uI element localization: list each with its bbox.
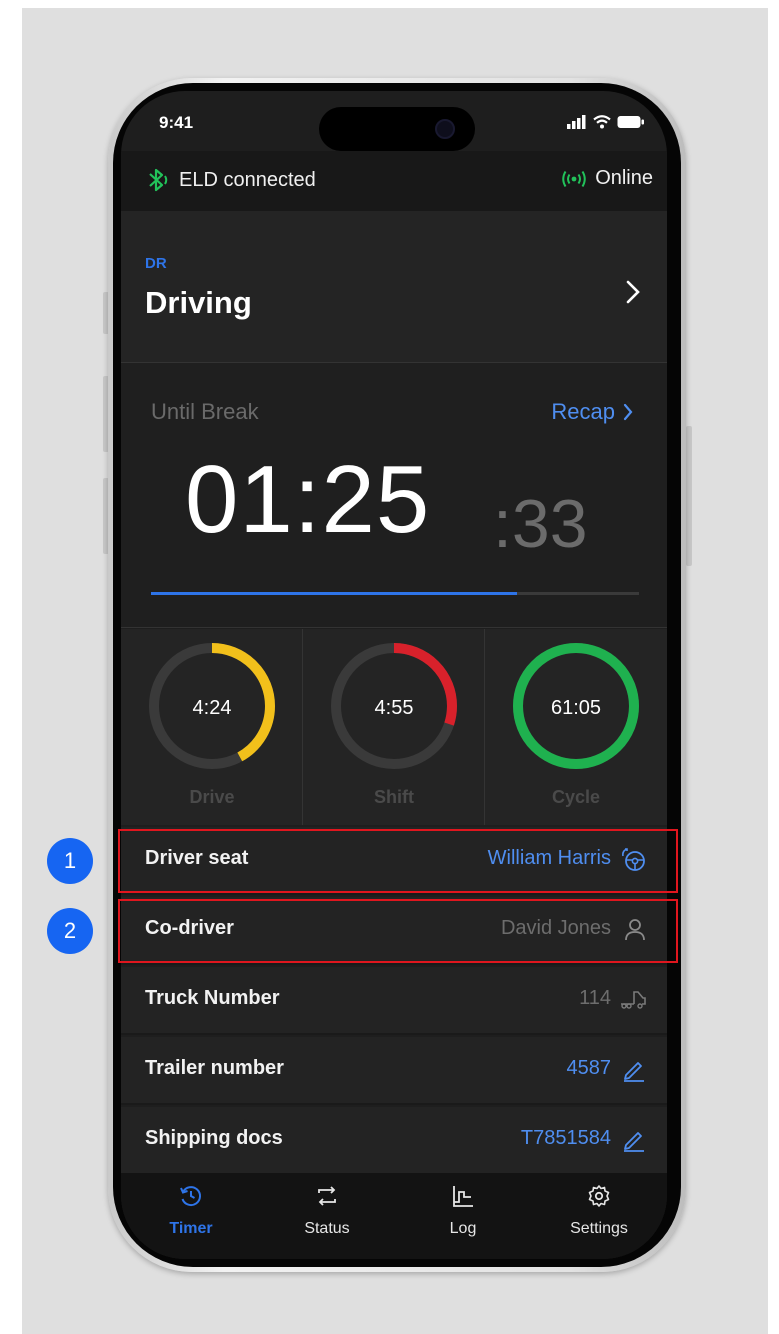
- truck-icon: [621, 991, 646, 1009]
- trailer-number-row[interactable]: Trailer number 4587: [121, 1037, 667, 1105]
- duty-status-card[interactable]: DR Driving: [121, 211, 667, 363]
- bottom-tab-bar: Timer Status Log Settings: [121, 1173, 667, 1259]
- timer-seconds: :33: [493, 486, 588, 562]
- tab-timer[interactable]: Timer: [123, 1183, 259, 1238]
- phone-screen: 9:41 ELD connected Online DR Driving Unt…: [121, 91, 667, 1259]
- online-status: Online: [561, 167, 653, 190]
- break-timer-card: Until Break Recap 01:25 :33: [121, 363, 667, 628]
- recap-link[interactable]: Recap: [551, 399, 633, 425]
- status-bar-time: 9:41: [159, 113, 194, 132]
- callout-badge-1: 1: [47, 838, 93, 884]
- callout-highlight-driver-seat: [118, 829, 678, 893]
- row-value: 4587: [566, 1057, 612, 1079]
- power-button: [686, 426, 692, 566]
- eld-status[interactable]: ELD connected: [145, 167, 316, 193]
- tab-status[interactable]: Status: [259, 1183, 395, 1238]
- tab-label: Timer: [169, 1220, 213, 1237]
- dynamic-island: [319, 107, 475, 151]
- row-value: 114: [579, 987, 611, 1009]
- clock-icon: [180, 1186, 201, 1207]
- callout-highlight-co-driver: [118, 899, 678, 963]
- row-value: T7851584: [520, 1127, 611, 1149]
- timer-hours-minutes: 01:25: [185, 446, 431, 553]
- log-chart-icon: [453, 1186, 473, 1207]
- status-bar-icons: [567, 115, 645, 129]
- shipping-docs-row[interactable]: Shipping docs T7851584: [121, 1107, 667, 1175]
- camera-icon: [435, 119, 455, 139]
- eld-connection-bar: ELD connected Online: [121, 151, 667, 211]
- swap-icon: [318, 1186, 336, 1206]
- broadcast-icon: [562, 170, 586, 187]
- battery-icon: [617, 116, 644, 128]
- online-label: Online: [595, 167, 653, 189]
- gear-icon: [588, 1185, 610, 1207]
- row-label: Truck Number: [145, 987, 280, 1009]
- break-progress-bar: [151, 592, 639, 595]
- duty-status-name: Driving: [145, 285, 252, 320]
- dial-label: Drive: [189, 787, 235, 807]
- chevron-right-icon: [623, 403, 633, 421]
- tab-log[interactable]: Log: [395, 1183, 531, 1238]
- dial-cycle[interactable]: 61:05 Cycle: [485, 629, 667, 825]
- tab-settings[interactable]: Settings: [531, 1183, 667, 1238]
- dial-value: 4:55: [374, 697, 414, 719]
- tab-label: Settings: [570, 1220, 628, 1237]
- row-label: Trailer number: [145, 1057, 284, 1079]
- callout-badge-2: 2: [47, 908, 93, 954]
- row-label: Shipping docs: [145, 1127, 283, 1149]
- dial-value: 61:05: [550, 697, 602, 719]
- break-progress-fill: [151, 592, 517, 595]
- tab-label: Status: [304, 1220, 350, 1237]
- wifi-icon: [593, 115, 611, 129]
- recap-label: Recap: [551, 399, 615, 424]
- duty-status-code: DR: [145, 255, 167, 272]
- dial-label: Cycle: [551, 787, 601, 807]
- eld-status-label: ELD connected: [179, 168, 316, 191]
- tab-label: Log: [449, 1220, 477, 1237]
- dial-label: Shift: [374, 787, 414, 807]
- hours-dials: 4:24 Drive 4:55 Shift 61:05 Cycle: [121, 629, 667, 825]
- timer-label: Until Break: [151, 399, 259, 424]
- dial-drive[interactable]: 4:24 Drive: [121, 629, 303, 825]
- bluetooth-icon: [149, 168, 168, 192]
- pencil-icon[interactable]: [621, 1057, 647, 1083]
- dial-shift[interactable]: 4:55 Shift: [303, 629, 485, 825]
- pencil-icon[interactable]: [621, 1127, 647, 1153]
- chevron-right-icon: [626, 280, 640, 304]
- truck-number-row[interactable]: Truck Number 114: [121, 967, 667, 1035]
- cellular-signal-icon: [567, 115, 586, 129]
- dial-value: 4:24: [192, 697, 232, 719]
